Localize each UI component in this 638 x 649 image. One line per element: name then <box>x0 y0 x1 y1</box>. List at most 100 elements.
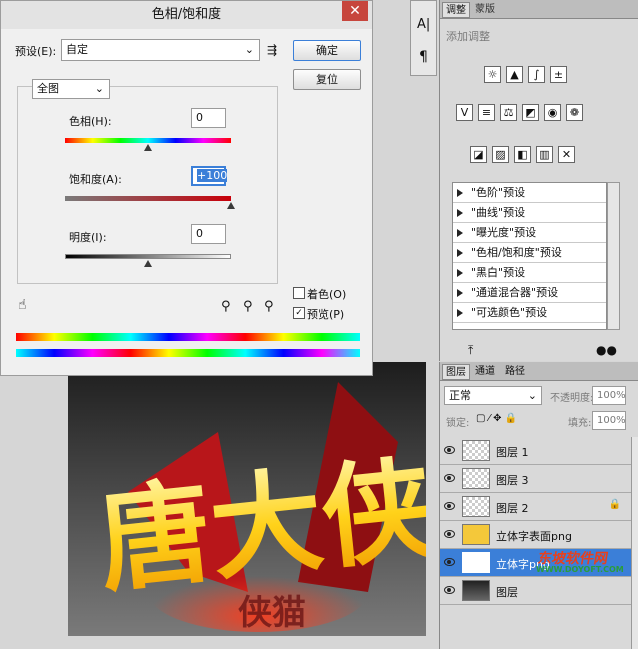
preview-checkbox[interactable]: ✓ <box>293 307 305 319</box>
preset-item[interactable]: "通道混合器"预设 <box>453 283 606 303</box>
preset-select[interactable]: 自定 ⌄ <box>61 39 260 61</box>
invert-icon[interactable]: ◪ <box>470 146 487 163</box>
layer-row[interactable]: 立体字表面png <box>440 521 631 549</box>
reset-button[interactable]: 复位 <box>293 69 361 90</box>
levels-icon[interactable]: ▲ <box>506 66 523 83</box>
fill-input[interactable]: 100% <box>592 411 626 430</box>
return-to-list-icon[interactable]: ⤒ <box>468 343 473 358</box>
layer-row[interactable]: 图层 2 🔒 <box>440 493 631 521</box>
expand-triangle-icon[interactable] <box>457 269 463 277</box>
layer-name[interactable]: 图层 2 <box>496 500 529 516</box>
exposure-icon[interactable]: ± <box>550 66 567 83</box>
channel-mixer-icon[interactable]: ❁ <box>566 104 583 121</box>
channel-value: 全图 <box>37 82 59 95</box>
tab-masks[interactable]: 蒙版 <box>472 2 498 18</box>
channel-select[interactable]: 全图 ⌄ <box>32 79 110 99</box>
visibility-eye-icon[interactable] <box>444 474 455 482</box>
visibility-eye-icon[interactable] <box>444 446 455 454</box>
gradient-map-icon[interactable]: ▥ <box>536 146 553 163</box>
black-white-icon[interactable]: ◩ <box>522 104 539 121</box>
saturation-input[interactable]: +100 <box>191 166 228 186</box>
add-adjustment-subtitle: 添加调整 <box>446 30 490 43</box>
expand-triangle-icon[interactable] <box>457 209 463 217</box>
visibility-eye-icon[interactable] <box>444 558 455 566</box>
layer-row[interactable]: 图层 3 <box>440 465 631 493</box>
layer-thumbnail <box>462 552 490 573</box>
layer-row[interactable]: 图层 1 <box>440 437 631 465</box>
eyedropper-icon[interactable]: ⚲ <box>221 299 231 314</box>
posterize-icon[interactable]: ▨ <box>492 146 509 163</box>
layers-scrollbar[interactable] <box>631 437 638 649</box>
preset-item[interactable]: "曝光度"预设 <box>453 223 606 243</box>
expand-triangle-icon[interactable] <box>457 189 463 197</box>
vibrance-icon[interactable]: V <box>456 104 473 121</box>
colorize-checkbox[interactable] <box>293 287 305 299</box>
layer-thumbnail <box>462 524 490 545</box>
ok-button[interactable]: 确定 <box>293 40 361 61</box>
eyedropper-minus-icon[interactable]: ⚲ <box>264 299 274 314</box>
layer-name[interactable]: 图层 1 <box>496 444 529 460</box>
blend-mode-select[interactable]: 正常 ⌄ <box>444 386 542 405</box>
lightness-input[interactable]: 0 <box>191 224 226 244</box>
color-balance-icon[interactable]: ⚖ <box>500 104 517 121</box>
visibility-eye-icon[interactable] <box>444 502 455 510</box>
document-canvas[interactable]: 唐大侠 侠猫 <box>68 362 426 636</box>
saturation-slider-track[interactable] <box>65 196 231 201</box>
close-button[interactable]: ✕ <box>342 1 368 21</box>
layer-name[interactable]: 图层 3 <box>496 472 529 488</box>
expand-triangle-icon[interactable] <box>457 249 463 257</box>
presets-scrollbar[interactable] <box>607 182 620 330</box>
hue-input[interactable]: 0 <box>191 108 226 128</box>
preset-item[interactable]: "可选颜色"预设 <box>453 303 606 323</box>
hue-slider-track[interactable] <box>65 138 231 143</box>
opacity-input[interactable]: 100% <box>592 386 626 405</box>
saturation-slider-thumb[interactable] <box>227 202 235 209</box>
visibility-eye-icon[interactable] <box>444 586 455 594</box>
selective-color-icon[interactable]: ✕ <box>558 146 575 163</box>
dialog-title[interactable]: 色相/饱和度 <box>1 1 372 29</box>
lightness-slider-thumb[interactable] <box>144 260 152 267</box>
expand-triangle-icon[interactable] <box>457 289 463 297</box>
threshold-icon[interactable]: ◧ <box>514 146 531 163</box>
preset-item-label: "曲线"预设 <box>471 206 526 219</box>
hue-slider-thumb[interactable] <box>144 144 152 151</box>
preset-item[interactable]: "色阶"预设 <box>453 183 606 203</box>
expand-triangle-icon[interactable] <box>457 309 463 317</box>
character-panel-icon[interactable]: A| <box>417 17 430 32</box>
visibility-eye-icon[interactable] <box>444 530 455 538</box>
expand-triangle-icon[interactable] <box>457 229 463 237</box>
brightness-icon[interactable]: ☼ <box>484 66 501 83</box>
chevron-down-icon: ⌄ <box>527 389 537 402</box>
layer-thumbnail <box>462 496 490 517</box>
preset-item[interactable]: "黑白"预设 <box>453 263 606 283</box>
opacity-label: 不透明度: <box>550 393 594 404</box>
lock-icons[interactable]: ▢⁄✥🔒 <box>476 413 520 424</box>
layer-name[interactable]: 图层 <box>496 584 518 600</box>
tab-paths[interactable]: 路径 <box>502 364 528 380</box>
watermark-url: WWW.DOYOFT.COM <box>536 565 624 574</box>
preview-label: 预览(P) <box>307 308 345 321</box>
target-adjustment-hand-icon[interactable]: ☝ <box>18 297 27 313</box>
art-main-text: 唐大侠 <box>93 443 426 609</box>
hue-saturation-icon[interactable]: ≡ <box>478 104 495 121</box>
saturation-label: 饱和度(A): <box>69 173 122 186</box>
lock-icon: 🔒 <box>608 499 621 510</box>
preset-item[interactable]: "色相/饱和度"预设 <box>453 243 606 263</box>
tab-layers[interactable]: 图层 <box>442 364 470 380</box>
tab-adjustments[interactable]: 调整 <box>442 2 470 18</box>
preset-item[interactable]: "曲线"预设 <box>453 203 606 223</box>
adjustment-icons-row-2: V ≡ ⚖ ◩ ◉ ❁ <box>456 104 583 121</box>
preset-options-icon[interactable]: ⇶ <box>267 43 277 57</box>
eyedropper-plus-icon[interactable]: ⚲ <box>243 299 253 314</box>
clip-to-layer-icon[interactable]: ●● <box>596 343 617 357</box>
lightness-slider-track[interactable] <box>65 254 231 259</box>
tab-channels[interactable]: 通道 <box>472 364 498 380</box>
curves-icon[interactable]: ∫ <box>528 66 545 83</box>
layer-name[interactable]: 立体字表面png <box>496 528 572 544</box>
adjustment-icons-row-1: ☼ ▲ ∫ ± <box>484 66 567 83</box>
adjustment-icons-row-3: ◪ ▨ ◧ ▥ ✕ <box>470 146 575 163</box>
paragraph-panel-icon[interactable]: ¶ <box>419 49 428 65</box>
photo-filter-icon[interactable]: ◉ <box>544 104 561 121</box>
preset-item-label: "黑白"预设 <box>471 266 526 279</box>
layer-row[interactable]: 图层 <box>440 577 631 605</box>
